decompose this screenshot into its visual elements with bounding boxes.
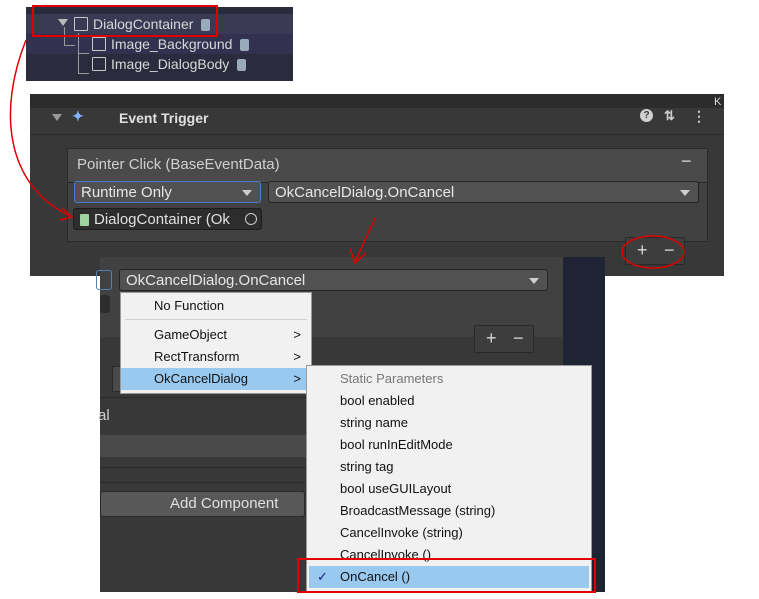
- annotation-arrow-curve: [9, 39, 71, 217]
- annotation-circle-plus: [621, 235, 685, 269]
- annotation-arrow-line: [354, 217, 376, 263]
- annotation-arrows: [9, 39, 685, 269]
